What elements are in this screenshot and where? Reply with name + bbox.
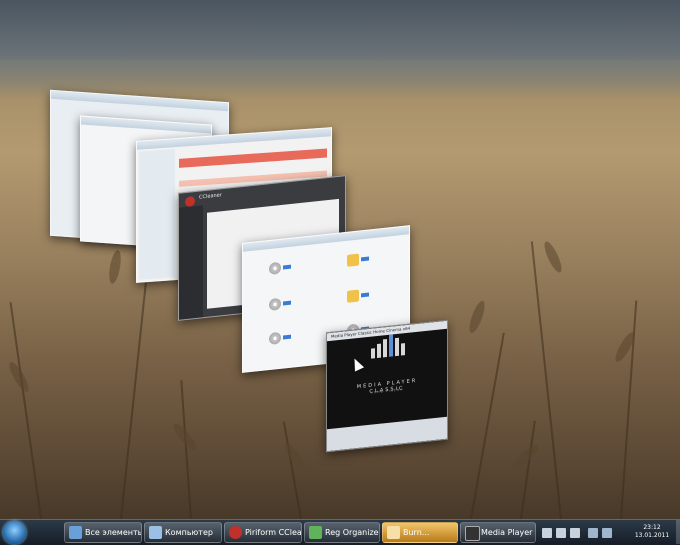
wheat-stalk — [120, 261, 150, 520]
wheat-ear — [107, 249, 123, 285]
taskbar-button-media-player[interactable]: Media Player Cl... — [460, 522, 536, 543]
ccleaner-icon — [229, 526, 242, 539]
security-sidebar — [139, 149, 175, 280]
taskbar-button-label: Media Player Cl... — [481, 528, 535, 537]
arrow-icon — [283, 264, 291, 270]
reg-organizer-icon — [309, 526, 322, 539]
ccleaner-brand: CCleaner — [199, 192, 222, 201]
wheat-ear — [508, 442, 542, 472]
tray-clock[interactable]: 23:12 13.01.2011 — [632, 524, 672, 540]
show-desktop-button[interactable] — [676, 520, 680, 544]
taskbar: Все элементы... Компьютер Piriform CClea… — [0, 519, 680, 545]
arrow-icon — [361, 256, 369, 262]
taskbar-button-ccleaner[interactable]: Piriform CClean... — [224, 522, 302, 543]
taskbar-button-label: Все элементы... — [85, 528, 141, 537]
arrow-icon — [283, 334, 291, 340]
disc-icon — [269, 297, 281, 311]
wheat-stalk — [530, 241, 562, 520]
window-media-player-classic[interactable]: Media Player Classic Home Cinema x64 MED… — [326, 319, 448, 453]
system-tray: 23:12 13.01.2011 — [536, 523, 676, 543]
ccleaner-sidebar — [179, 205, 203, 320]
action-label — [257, 308, 317, 314]
wheat-stalk — [9, 301, 42, 520]
burn-action-create-image[interactable] — [257, 258, 317, 286]
taskbar-button-computer[interactable]: Компьютер — [144, 522, 222, 543]
arrow-icon — [361, 292, 369, 298]
taskbar-button-label: Reg Organizer — [325, 528, 380, 537]
start-button[interactable] — [3, 521, 26, 544]
wheat-stalk — [470, 332, 505, 520]
taskbar-button-label: Компьютер — [165, 528, 213, 537]
wheat-ear — [281, 440, 309, 474]
wheat-ear — [541, 239, 565, 275]
wheat-stalk — [180, 380, 192, 520]
taskbar-button-all-items[interactable]: Все элементы... — [64, 522, 142, 543]
action-label — [257, 272, 317, 278]
volume-icon[interactable] — [602, 528, 612, 538]
wheat-ear — [466, 299, 488, 335]
taskbar-button-label: Piriform CClean... — [245, 528, 302, 537]
media-player-icon — [465, 526, 480, 541]
control-panel-icon — [69, 526, 82, 539]
burn-action-copy-disc[interactable] — [257, 294, 317, 322]
tray-icon-1[interactable] — [542, 528, 552, 538]
burn-action-erase[interactable] — [257, 328, 317, 356]
taskbar-button-label: Burn... — [403, 528, 430, 537]
action-label — [257, 342, 317, 348]
taskbar-button-burner[interactable]: Burn... — [382, 522, 458, 543]
network-icon[interactable] — [588, 528, 598, 538]
burn-action-extract[interactable] — [335, 286, 395, 314]
disc-icon — [269, 261, 281, 275]
tray-icon-2[interactable] — [556, 528, 566, 538]
tray-icon-3[interactable] — [570, 528, 580, 538]
computer-icon — [149, 526, 162, 539]
wheat-stalk — [282, 421, 302, 520]
disc-icon — [269, 331, 281, 345]
taskbar-button-reg-organizer[interactable]: Reg Organizer — [304, 522, 380, 543]
clock-date: 13.01.2011 — [634, 532, 670, 539]
folder-icon — [347, 253, 359, 267]
security-alert-bar — [179, 148, 327, 168]
clock-time: 23:12 — [643, 524, 661, 531]
wheat-stalk — [520, 420, 536, 520]
action-label — [335, 300, 395, 306]
folder-icon — [347, 289, 359, 303]
action-label — [335, 264, 395, 270]
arrow-icon — [283, 300, 291, 306]
burner-icon — [387, 526, 400, 539]
burn-action-files[interactable] — [335, 250, 395, 278]
